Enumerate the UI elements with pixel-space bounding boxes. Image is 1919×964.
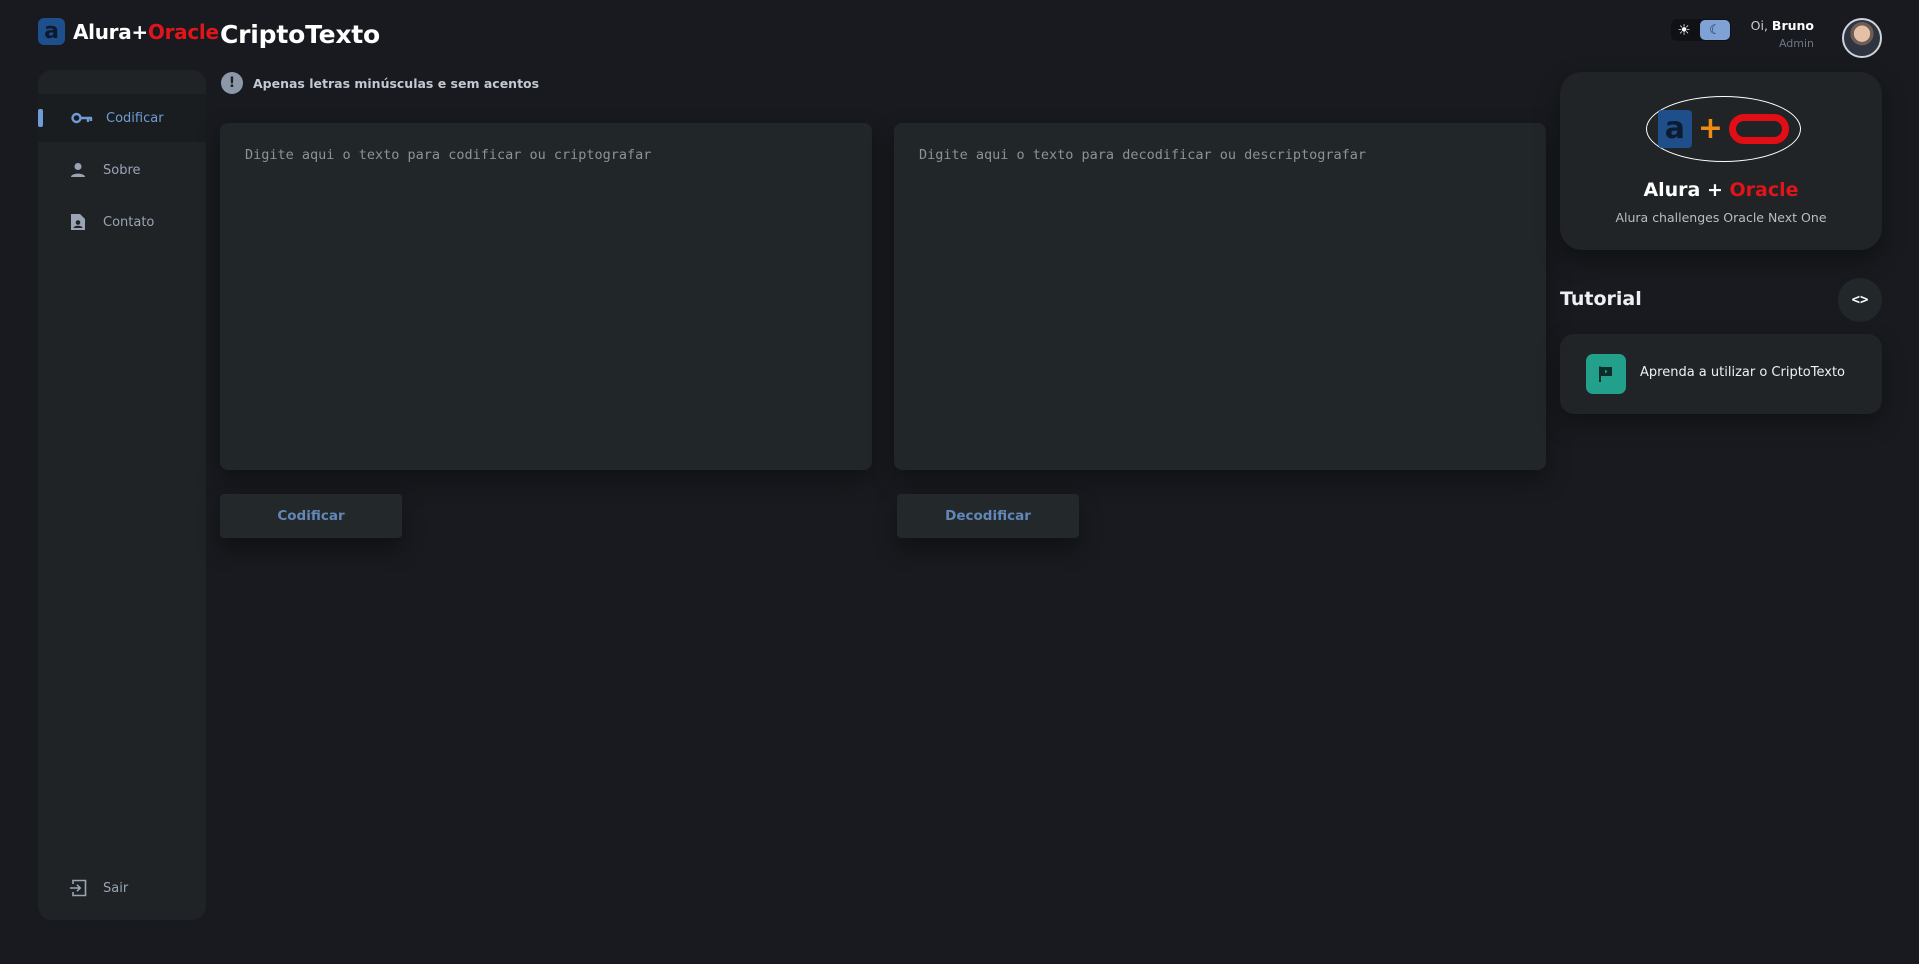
- active-indicator: [38, 109, 43, 127]
- sidebar-item-label: Contato: [103, 214, 155, 230]
- encode-button[interactable]: Codificar: [220, 494, 402, 538]
- promo-title-alura: Alura +: [1643, 179, 1730, 201]
- page-title: CriptoTexto: [220, 20, 381, 49]
- sidebar-item-sobre[interactable]: Sobre: [38, 146, 206, 194]
- logout-label: Sair: [103, 880, 129, 896]
- logout-button[interactable]: Sair: [38, 864, 206, 912]
- sidebar: Codificar Sobre Contato Sair: [38, 70, 206, 920]
- theme-toggle[interactable]: ☀ ☾: [1671, 19, 1731, 41]
- greeting-line: Oi, Bruno: [1751, 18, 1814, 33]
- sun-icon[interactable]: ☀: [1671, 19, 1697, 41]
- promo-title: Alura + Oracle: [1560, 179, 1882, 201]
- greeting-prefix: Oi,: [1750, 18, 1768, 33]
- alura-logo-icon: a: [38, 18, 65, 45]
- encode-input[interactable]: [220, 123, 872, 470]
- contact-card-icon: [68, 212, 88, 232]
- tutorial-title: Tutorial: [1560, 288, 1642, 310]
- sidebar-item-contato[interactable]: Contato: [38, 198, 206, 246]
- sidebar-item-codificar[interactable]: Codificar: [38, 94, 206, 142]
- decode-panel: [894, 123, 1546, 470]
- user-name: Bruno: [1771, 18, 1814, 33]
- person-icon: [68, 160, 88, 180]
- promo-card: a + Alura + Oracle Alura challenges Orac…: [1560, 72, 1882, 250]
- sidebar-item-label: Sobre: [103, 162, 141, 178]
- oracle-logo-icon: [1729, 114, 1790, 144]
- key-icon: [70, 108, 94, 128]
- tutorial-item[interactable]: Aprenda a utilizar o CriptoTexto: [1560, 334, 1882, 414]
- brand-name-oracle: Oracle: [147, 19, 219, 44]
- moon-icon[interactable]: ☾: [1700, 20, 1730, 40]
- brand-name: Alura+Oracle: [73, 20, 219, 44]
- brand-name-alura: Alura+: [73, 19, 148, 44]
- logout-icon: [68, 878, 88, 898]
- encode-panel: [220, 123, 872, 470]
- avatar[interactable]: [1842, 18, 1882, 58]
- user-role: Admin: [1778, 37, 1814, 50]
- brand[interactable]: a Alura+Oracle: [38, 18, 219, 45]
- tutorial-item-label: Aprenda a utilizar o CriptoTexto: [1640, 365, 1845, 380]
- user-greeting: Oi, Bruno Admin: [1751, 18, 1814, 50]
- input-hint: ! Apenas letras minúsculas e sem acentos: [221, 72, 539, 94]
- info-icon: !: [221, 72, 243, 94]
- sidebar-item-label: Codificar: [106, 110, 164, 126]
- code-icon[interactable]: <>: [1838, 278, 1882, 322]
- flag-icon: [1586, 354, 1626, 394]
- alura-oracle-logo: a +: [1646, 96, 1801, 162]
- promo-title-oracle: Oracle: [1729, 179, 1799, 201]
- hint-text: Apenas letras minúsculas e sem acentos: [253, 75, 540, 91]
- decode-input[interactable]: [894, 123, 1546, 470]
- alura-logo-icon: a: [1657, 110, 1692, 148]
- app-root: a Alura+Oracle Codificar Sobre Contato S…: [0, 0, 1919, 964]
- promo-subtitle: Alura challenges Oracle Next One: [1615, 210, 1827, 225]
- decode-button[interactable]: Decodificar: [897, 494, 1079, 538]
- plus-icon: +: [1697, 111, 1724, 146]
